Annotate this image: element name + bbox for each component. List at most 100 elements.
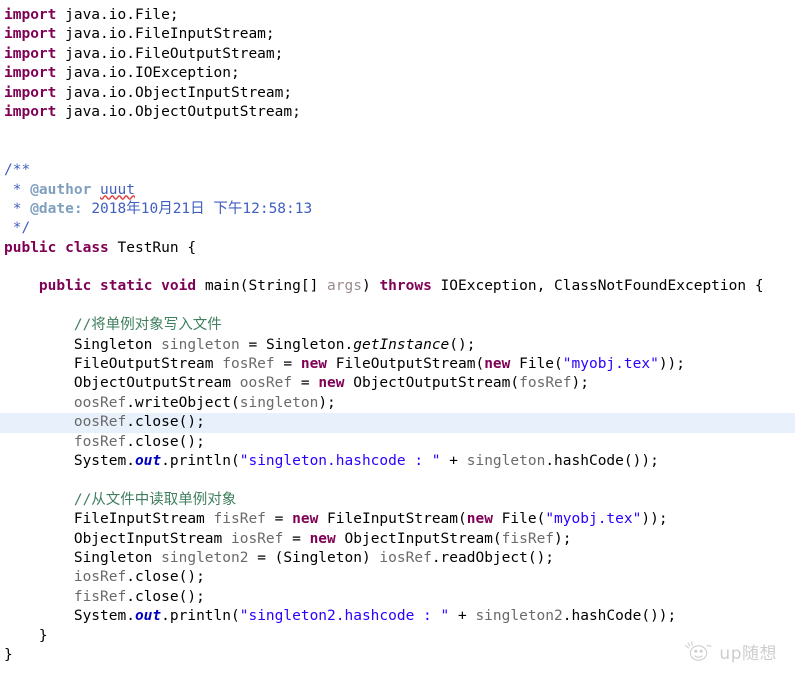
string-literal-hashcode-label: "singleton.hashcode : " <box>239 452 441 469</box>
code-line-javadoc-close: */ <box>0 219 795 238</box>
keyword-new: new <box>309 530 336 547</box>
tail: ); <box>318 394 336 411</box>
variable-fisref: fisRef <box>213 511 266 528</box>
code-line-javadoc-date: * @date: 2018年10月21日 下午12:58:13 <box>0 200 795 219</box>
keyword-new: new <box>484 356 511 373</box>
method-close: .close(); <box>126 588 205 605</box>
keyword-class: class <box>65 239 109 256</box>
line-comment-read-object: //从文件中读取单例对象 <box>4 491 237 508</box>
constructor-call: ObjectOutputStream( <box>344 375 520 392</box>
code-line-javadoc-author: * @author uuut <box>0 181 795 200</box>
assign-operator: = <box>239 336 266 353</box>
code-line-println-singleton2: System.out.println("singleton2.hashcode … <box>0 607 795 626</box>
file-constructor: File( <box>510 356 563 373</box>
line-comment-write-object: //将单例对象写入文件 <box>4 317 222 334</box>
assign-operator: = <box>265 511 293 528</box>
tail: ); <box>571 375 589 392</box>
file-constructor: File( <box>492 511 546 528</box>
code-editor-viewport[interactable]: import java.io.File; import java.io.File… <box>0 0 795 676</box>
tail: )); <box>641 511 668 528</box>
import-path: java.io.FileOutputStream; <box>56 45 284 62</box>
method-hashcode: .hashCode()); <box>562 608 677 625</box>
javadoc-star: * <box>4 181 31 198</box>
code-line-fileinputstream: FileInputStream fisRef = new FileInputSt… <box>0 510 795 529</box>
keyword-new: new <box>300 356 328 373</box>
argument-fosref: fosRef <box>519 375 572 392</box>
concat-operator: + <box>440 452 467 469</box>
keyword-new: new <box>318 375 345 392</box>
variable-singleton: singleton <box>466 452 546 469</box>
keyword-new: new <box>466 511 493 528</box>
thrown-exceptions: IOException, ClassNotFoundException { <box>431 278 764 295</box>
assign-operator: = <box>292 375 319 392</box>
string-literal-filename: "myobj.tex" <box>545 511 642 528</box>
method-signature: main(String[] <box>204 278 328 295</box>
keyword-import: import <box>4 45 57 62</box>
variable-fosref: fosRef <box>73 433 127 450</box>
variable-iosref: iosRef <box>73 569 127 586</box>
method-readobject: .readObject(); <box>431 549 555 566</box>
code-line-class-declaration: public class TestRun { <box>0 239 795 258</box>
static-field-out: out <box>134 452 162 469</box>
code-line-fileoutputstream: FileOutputStream fosRef = new FileOutput… <box>0 355 795 374</box>
keyword-import: import <box>4 84 57 101</box>
variable-oosref: oosRef <box>239 375 293 392</box>
assign-operator: = <box>274 356 301 373</box>
keyword-public: public <box>4 239 57 256</box>
javadoc-date-value: 2018年10月21日 下午12:58:13 <box>82 200 313 217</box>
code-line-singleton-getinstance: Singleton singleton = Singleton.getInsta… <box>0 336 795 355</box>
code-line-comment-read: //从文件中读取单例对象 <box>0 491 795 510</box>
keyword-import: import <box>4 65 57 82</box>
type-objectoutputstream: ObjectOutputStream <box>73 375 240 392</box>
system-class: System. <box>73 452 135 469</box>
constructor-call: FileOutputStream( <box>327 356 485 373</box>
code-line-writeobject: oosRef.writeObject(singleton); <box>0 394 795 413</box>
variable-singleton2: singleton2 <box>475 608 563 625</box>
code-line-println-singleton: System.out.println("singleton.hashcode :… <box>0 452 795 471</box>
method-println: .println( <box>161 608 240 625</box>
type-objectinputstream: ObjectInputStream <box>73 530 231 547</box>
variable-fosref: fosRef <box>222 356 275 373</box>
javadoc-close: */ <box>4 220 31 237</box>
constructor-call: ObjectInputStream( <box>335 530 502 547</box>
code-line-import-fileinputstream: import java.io.FileInputStream; <box>0 25 795 44</box>
code-line-javadoc-open: /** <box>0 161 795 180</box>
code-line-fisref-close: fisRef.close(); <box>0 588 795 607</box>
variable-oosref: oosRef <box>73 414 127 431</box>
owner-singleton: Singleton. <box>265 336 354 353</box>
argument-fisref: fisRef <box>501 530 555 547</box>
class-name: TestRun <box>117 239 179 256</box>
string-literal-hashcode-label: "singleton2.hashcode : " <box>239 608 450 625</box>
constructor-call: FileInputStream( <box>318 511 467 528</box>
code-line-import-objectoutputstream: import java.io.ObjectOutputStream; <box>0 103 795 122</box>
brace: { <box>178 239 197 256</box>
code-line-comment-write: //将单例对象写入文件 <box>0 316 795 335</box>
concat-operator: + <box>449 608 476 625</box>
method-println: .println( <box>161 452 240 469</box>
code-line-close-class: } <box>0 646 795 665</box>
method-close: .close(); <box>126 433 205 450</box>
keyword-static: static <box>100 278 153 295</box>
import-path: java.io.ObjectOutputStream; <box>56 103 301 120</box>
type-singleton: Singleton <box>73 336 162 353</box>
method-writeobject: .writeObject( <box>126 394 240 411</box>
variable-iosref: iosRef <box>230 530 284 547</box>
tail: )); <box>658 356 686 373</box>
import-path: java.io.ObjectInputStream; <box>56 84 293 101</box>
import-path: java.io.File; <box>56 7 179 23</box>
